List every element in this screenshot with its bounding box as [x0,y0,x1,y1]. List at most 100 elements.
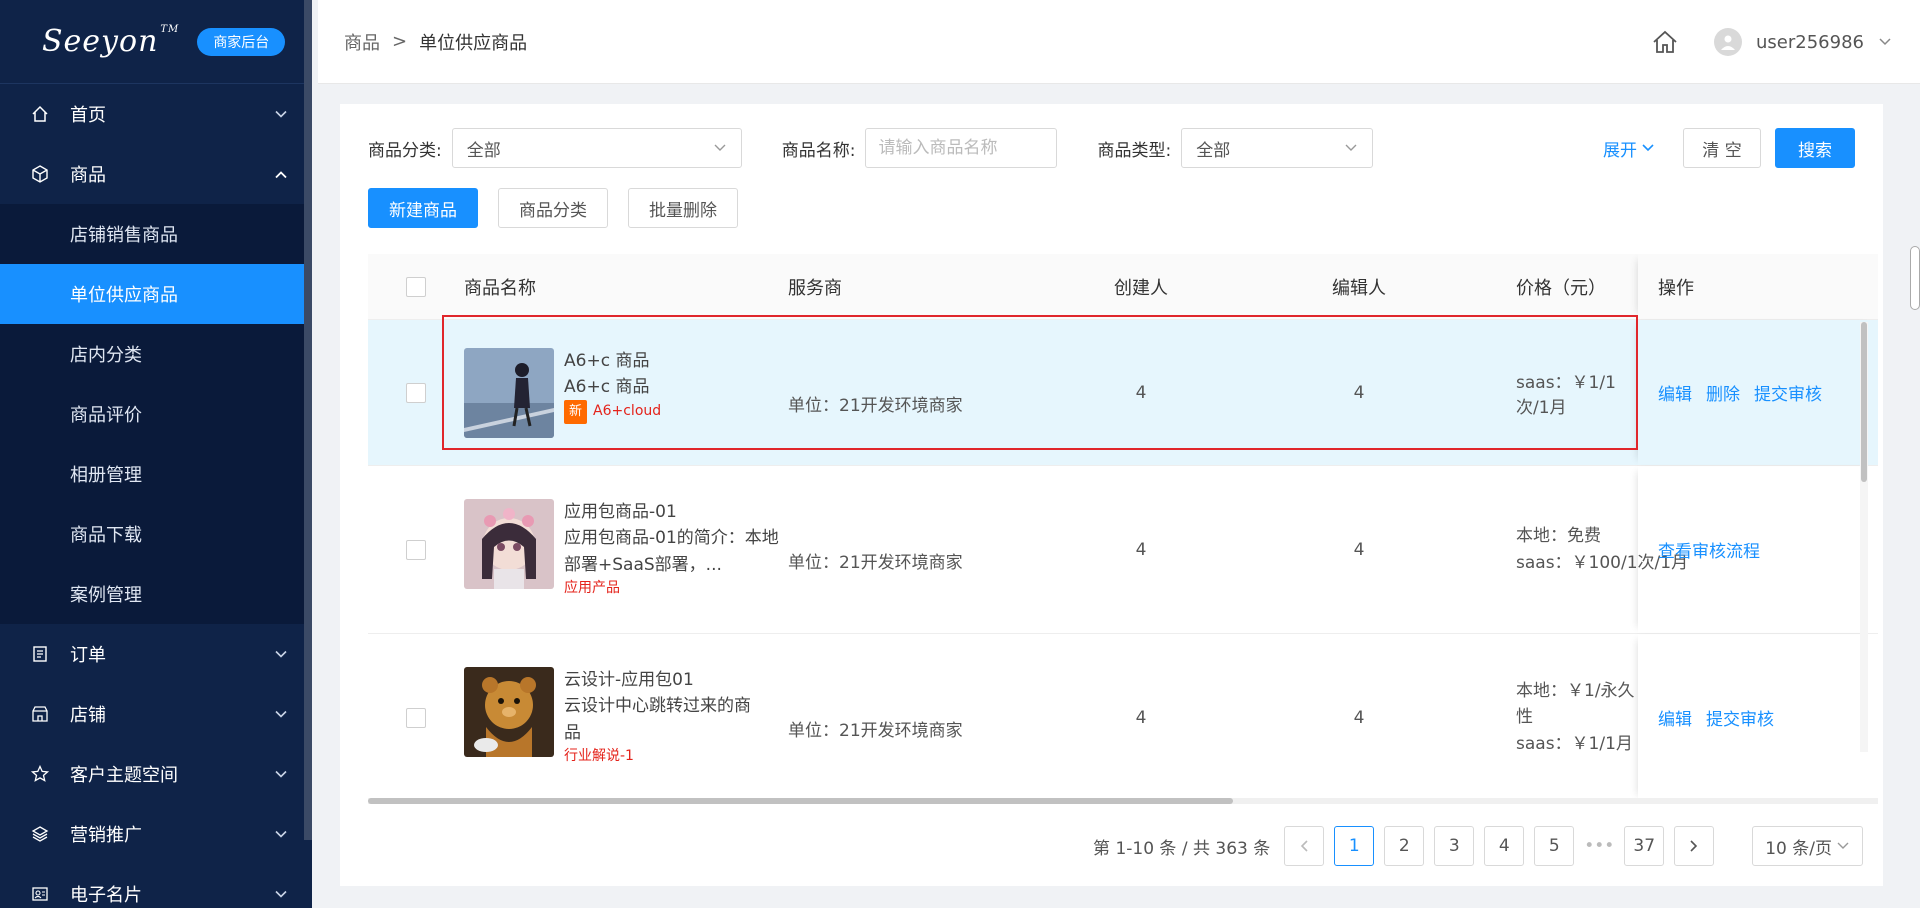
price-line: saas：￥1/1次/1月 [1516,372,1616,418]
batch-delete-button[interactable]: 批量删除 [628,188,738,228]
header-name: 商品名称 [464,277,536,299]
sidebar-item-marketing[interactable]: 营销推广 [0,804,312,864]
window-scrollbar[interactable] [1910,246,1920,310]
product-tag: 应用产品 [564,578,784,600]
page-1-button[interactable]: 1 [1334,826,1375,866]
creator-cell: 4 [1135,382,1147,403]
price-line: 本地：免费 [1516,526,1601,547]
product-desc: A6+c 商品 [564,376,650,397]
row-checkbox[interactable] [406,539,426,560]
sidebar-subitem-cases[interactable]: 案例管理 [0,564,312,624]
goods-category-button[interactable]: 商品分类 [498,188,608,228]
new-badge: 新 [564,400,588,425]
row-checkbox-cell [368,382,464,403]
search-button[interactable]: 搜索 [1775,128,1855,168]
new-goods-button[interactable]: 新建商品 [368,188,478,228]
select-all-checkbox[interactable] [406,276,426,297]
product-desc: 应用包商品-01的简介：本地部署+SaaS部署，... [564,528,779,575]
sidebar-item-goods[interactable]: 商品 [0,144,312,204]
sidebar-item-label: 客户主题空间 [70,765,178,786]
edit-link[interactable]: 编辑 [1658,705,1692,730]
product-thumbnail[interactable] [464,347,554,438]
sidebar-item-business-card[interactable]: 电子名片 [0,864,312,908]
product-title[interactable]: A6+c 商品 [564,348,661,374]
star-icon [30,764,50,784]
breadcrumb-goods[interactable]: 商品 [344,29,380,55]
row-checkbox[interactable] [406,707,426,728]
breadcrumb-separator: > [392,31,408,52]
scroll-thumb[interactable] [1861,322,1867,482]
product-title[interactable]: 云设计-应用包01 [564,667,764,693]
product-info: A6+c 商品 A6+c 商品 新 A6+cloud [564,348,661,425]
vendor-cell: 单位：21开发环境商家 [788,396,963,416]
page-last-button[interactable]: 37 [1624,826,1665,866]
product-tag-label: 行业解说-1 [564,748,634,765]
avatar[interactable] [1714,28,1743,56]
merchant-badge: 商家后台 [197,27,286,56]
row-checkbox[interactable] [406,382,426,403]
content-panel: 商品分类: 全部 商品名称: 商品类型: 全部 展开 清 空 搜索 新建商品 商… [340,104,1883,886]
product-thumbnail[interactable] [464,499,554,590]
type-select[interactable]: 全部 [1181,128,1374,168]
goods-table: 商品名称 服务商 创建人 编辑人 价格（元） 操作 A6+c 商品 A6+c 商… [368,254,1878,804]
sidebar-item-home[interactable]: 首页 [0,84,312,144]
sidebar-scrollbar[interactable] [304,0,312,840]
sidebar-subitem-reviews[interactable]: 商品评价 [0,384,312,444]
name-search-input[interactable] [865,128,1058,168]
page-3-button[interactable]: 3 [1434,826,1475,866]
sidebar-subitem-store-goods[interactable]: 店铺销售商品 [0,204,312,264]
goods-submenu: 店铺销售商品 单位供应商品 店内分类 商品评价 相册管理 商品下载 案例管理 [0,204,312,624]
sidebar-item-label: 首页 [70,105,106,126]
sidebar-subitem-store-category[interactable]: 店内分类 [0,324,312,384]
chevron-down-icon [1344,138,1358,158]
product-cell: A6+c 商品 A6+c 商品 新 A6+cloud [464,347,788,438]
sidebar-item-orders[interactable]: 订单 [0,624,312,684]
table-vertical-scrollbar[interactable] [1860,322,1868,752]
sidebar-subitem-albums[interactable]: 相册管理 [0,444,312,504]
edit-link[interactable]: 编辑 [1658,380,1692,405]
price-cell: 本地：￥1/永久性 saas：￥1/1月 [1468,678,1648,757]
clear-button[interactable]: 清 空 [1683,128,1761,168]
page-4-button[interactable]: 4 [1484,826,1525,866]
expand-filters-link[interactable]: 展开 [1603,136,1655,161]
card-icon [30,884,50,904]
sidebar-subitem-unit-goods[interactable]: 单位供应商品 [0,264,312,324]
page-2-button[interactable]: 2 [1384,826,1425,866]
chevron-up-icon [274,164,288,185]
scroll-thumb[interactable] [368,798,1233,804]
chevron-down-icon[interactable] [1878,37,1892,47]
table-horizontal-scrollbar[interactable] [368,798,1878,804]
sidebar-item-store[interactable]: 店铺 [0,684,312,744]
submit-review-link[interactable]: 提交审核 [1706,705,1774,730]
category-select-value: 全部 [466,140,501,161]
top-header: 商品 > 单位供应商品 user256986 [318,0,1920,84]
header-right: user256986 [1652,0,1892,84]
action-row: 新建商品 商品分类 批量删除 [368,188,738,228]
next-page-button[interactable] [1674,826,1715,866]
sidebar-item-label: 商品 [70,165,106,186]
product-title[interactable]: 应用包商品-01 [564,499,784,525]
logo: Seeyon TM [42,24,180,59]
submit-review-link[interactable]: 提交审核 [1754,380,1822,405]
sidebar-item-customer-space[interactable]: 客户主题空间 [0,744,312,804]
pagination-ellipsis[interactable]: ••• [1584,836,1614,856]
price-cell: 本地：免费 saas：￥100/1次/1月 [1468,523,1689,576]
view-review-flow-link[interactable]: 查看审核流程 [1658,537,1760,562]
username[interactable]: user256986 [1756,32,1864,53]
layers-icon [30,824,50,844]
breadcrumb-current: 单位供应商品 [419,32,528,54]
page-5-button[interactable]: 5 [1534,826,1575,866]
editor-cell: 4 [1353,707,1365,728]
page-size-select[interactable]: 10 条/页 [1752,826,1863,866]
delete-link[interactable]: 删除 [1706,380,1740,405]
category-select[interactable]: 全部 [451,128,742,168]
product-tag: 行业解说-1 [564,746,764,768]
ops-cell: 编辑 删除 提交审核 [1638,320,1878,465]
prev-page-button[interactable] [1284,826,1325,866]
product-thumbnail[interactable] [464,667,554,758]
category-filter-label: 商品分类: [368,140,442,161]
sidebar-subitem-downloads[interactable]: 商品下载 [0,504,312,564]
row-checkbox-cell [368,707,464,728]
price-line: saas：￥100/1次/1月 [1516,552,1689,573]
home-icon[interactable] [1652,30,1678,54]
